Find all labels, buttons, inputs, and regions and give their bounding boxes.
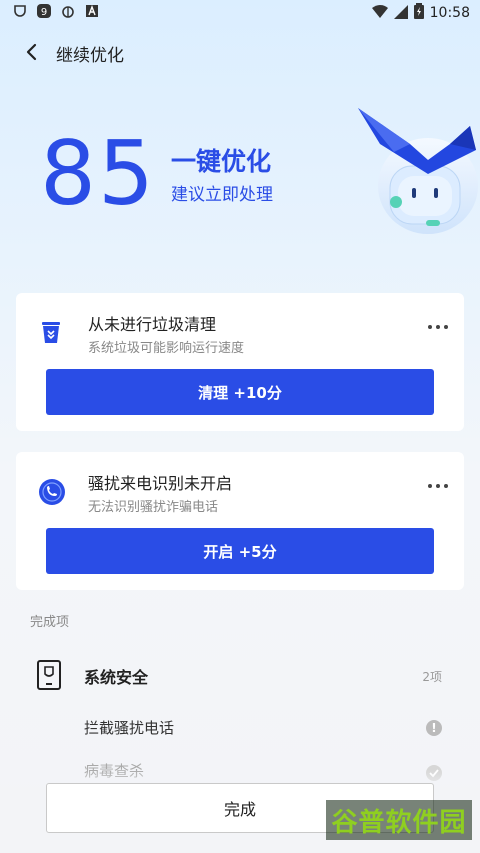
hero-subtitle: 建议立即处理	[171, 185, 273, 205]
trash-icon	[38, 319, 64, 345]
wifi-icon	[371, 4, 388, 23]
header: 继续优化	[0, 32, 480, 72]
signal-icon	[393, 4, 408, 23]
robot-mascot-icon	[350, 104, 480, 244]
more-options-button[interactable]	[428, 482, 448, 490]
status-time: 10:58	[429, 5, 470, 21]
completed-section-label: 完成项	[30, 615, 70, 630]
bug-icon	[60, 3, 76, 19]
list-item[interactable]: 拦截骚扰电话	[84, 717, 174, 738]
card-description: 无法识别骚扰诈骗电话	[88, 500, 219, 515]
chevron-left-icon	[26, 43, 37, 61]
status-bar-right: 10:58	[371, 3, 470, 23]
card-title: 骚扰来电识别未开启	[88, 474, 233, 493]
app-9-icon: 9	[36, 3, 52, 19]
more-options-button[interactable]	[428, 323, 448, 331]
watermark: 谷普软件园	[326, 800, 472, 840]
security-icon	[12, 3, 28, 19]
cleanup-button[interactable]: 清理 +10分	[46, 369, 434, 415]
spam-call-card: 骚扰来电识别未开启 无法识别骚扰诈骗电话 开启 +5分	[16, 452, 464, 590]
back-button[interactable]	[20, 40, 44, 64]
hero-title[interactable]: 一键优化	[171, 142, 271, 178]
tablet-icon	[36, 660, 62, 690]
cleanup-card: 从未进行垃圾清理 系统垃圾可能影响运行速度 清理 +10分	[16, 293, 464, 431]
svg-text:9: 9	[41, 7, 47, 18]
card-description: 系统垃圾可能影响运行速度	[88, 341, 245, 356]
score-value: 85	[40, 122, 156, 225]
watermark-text: 谷普软件园	[331, 807, 467, 838]
system-security-title[interactable]: 系统安全	[84, 664, 148, 688]
phone-icon	[38, 478, 65, 505]
item-count: 2项	[422, 670, 442, 684]
battery-icon	[413, 3, 424, 23]
card-title: 从未进行垃圾清理	[88, 315, 217, 334]
status-bar-left: 9	[12, 3, 100, 19]
info-icon: !	[426, 720, 442, 736]
translate-icon	[84, 3, 100, 19]
enable-button[interactable]: 开启 +5分	[46, 528, 434, 574]
status-bar: 9 10:58	[0, 0, 480, 25]
page-title: 继续优化	[56, 46, 124, 66]
